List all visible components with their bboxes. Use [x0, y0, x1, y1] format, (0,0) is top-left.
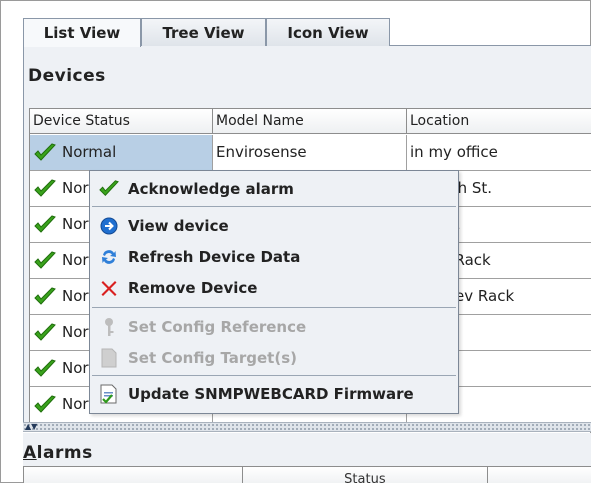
tab-tree-view[interactable]: Tree View [141, 18, 266, 46]
document-icon [98, 348, 120, 368]
menu-item-update-firmware[interactable]: Update SNMPWEBCARD Firmware [90, 379, 458, 409]
devices-title: Devices [28, 66, 106, 86]
menu-item-label: View device [128, 217, 229, 235]
menu-separator [92, 375, 456, 376]
menu-item-label: Set Config Target(s) [128, 349, 297, 367]
menu-item-label: Refresh Device Data [128, 248, 301, 266]
status-label: Nor [62, 359, 89, 377]
splitter-arrows-icon[interactable]: ▲▼ [25, 422, 37, 432]
view-tabs: List View Tree View Icon View [23, 18, 591, 47]
status-label: Nor [62, 179, 89, 197]
menu-separator [92, 206, 456, 207]
status-label: Nor [62, 251, 89, 269]
menu-item-remove-device[interactable]: Remove Device [90, 273, 458, 303]
check-icon [34, 286, 56, 305]
menu-item-label: Set Config Reference [128, 318, 307, 336]
alarms-column-header[interactable] [488, 467, 591, 483]
check-icon [34, 358, 56, 377]
refresh-icon [98, 247, 120, 267]
status-label: Nor [62, 287, 89, 305]
model-cell[interactable]: Envirosense [213, 135, 407, 170]
alarms-column-header[interactable] [24, 467, 243, 483]
menu-item-refresh-device-data[interactable]: Refresh Device Data [90, 242, 458, 272]
app-window: List View Tree View Icon View Devices De… [0, 0, 591, 483]
check-icon [34, 322, 56, 341]
alarms-title: Alarms [23, 443, 93, 463]
menu-item-set-config-reference[interactable]: Set Config Reference [90, 312, 458, 342]
menu-item-label: Acknowledge alarm [128, 180, 294, 198]
menu-item-label: Remove Device [128, 279, 258, 297]
column-header-device-status[interactable]: Device Status [30, 109, 213, 134]
check-icon [34, 142, 56, 161]
status-label: Nor [62, 215, 89, 233]
circle-arrow-icon [98, 216, 120, 236]
tab-icon-view[interactable]: Icon View [266, 18, 390, 46]
key-icon [98, 317, 120, 337]
remove-x-icon [98, 278, 120, 298]
column-header-location[interactable]: Location [407, 109, 591, 134]
status-label: Normal [62, 143, 117, 161]
menu-item-set-config-targets[interactable]: Set Config Target(s) [90, 343, 458, 373]
table-header: Device Status Model Name Location [30, 109, 591, 134]
check-icon [34, 250, 56, 269]
panel-splitter[interactable]: ▲▼ [23, 422, 591, 432]
check-icon [98, 179, 120, 199]
column-header-model-name[interactable]: Model Name [213, 109, 407, 134]
location-cell[interactable]: in my office [407, 135, 591, 170]
menu-separator [92, 307, 456, 308]
update-firmware-icon [98, 384, 120, 404]
menu-item-label: Update SNMPWEBCARD Firmware [128, 385, 414, 403]
menu-item-view-device[interactable]: View device [90, 211, 458, 241]
check-icon [34, 214, 56, 233]
check-icon [34, 178, 56, 197]
alarms-column-header-status[interactable]: Status [243, 467, 489, 483]
table-row[interactable]: Normal Envirosense in my office [30, 135, 591, 171]
status-label: Nor [62, 323, 89, 341]
context-menu: Acknowledge alarm View device Refresh De… [89, 170, 459, 414]
alarms-table-header: Status [23, 466, 591, 483]
menu-item-acknowledge-alarm[interactable]: Acknowledge alarm [90, 174, 458, 204]
check-icon [34, 394, 56, 413]
status-cell[interactable]: Normal [30, 135, 213, 170]
tab-list-view[interactable]: List View [23, 18, 141, 47]
alarms-panel: Alarms Status [23, 433, 591, 483]
